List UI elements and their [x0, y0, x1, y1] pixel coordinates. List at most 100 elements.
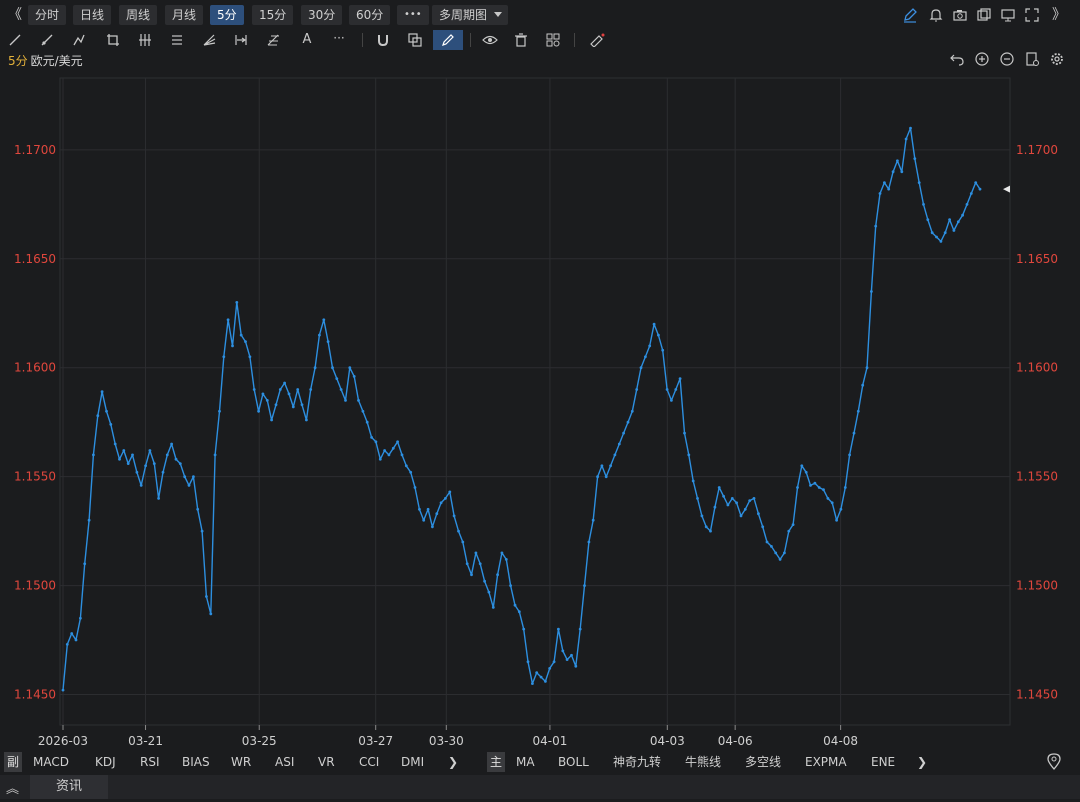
- parallel-icon[interactable]: [134, 30, 156, 50]
- price-point: [92, 453, 95, 457]
- period-daily-button[interactable]: 日线: [73, 5, 112, 25]
- price-point: [609, 464, 612, 468]
- indicator-expma[interactable]: EXPMA: [805, 752, 847, 772]
- ruler-icon[interactable]: [586, 30, 608, 50]
- price-point: [213, 453, 217, 457]
- price-point: [426, 507, 430, 511]
- undo-icon[interactable]: [949, 51, 967, 69]
- indicator-cci[interactable]: CCI: [359, 752, 379, 772]
- fan-icon[interactable]: [198, 30, 220, 50]
- line-icon[interactable]: [4, 30, 26, 50]
- price-point: [370, 436, 373, 439]
- group-icon[interactable]: [542, 30, 564, 50]
- indicator-bar: 副 MACD KDJ RSI BIAS WR ASI VR CCI DMI ❯ …: [0, 752, 1080, 772]
- price-point: [943, 231, 947, 235]
- price-point: [552, 660, 556, 664]
- indicator-dmi[interactable]: DMI: [401, 752, 424, 772]
- zoom-in-icon[interactable]: [974, 51, 992, 69]
- indicator-vr[interactable]: VR: [318, 752, 335, 772]
- price-point: [296, 388, 300, 391]
- layers-icon[interactable]: [404, 30, 426, 50]
- price-point: [965, 203, 969, 206]
- period-30min-button[interactable]: 30分: [301, 5, 343, 25]
- price-point: [374, 440, 378, 444]
- more-periods-button[interactable]: •••: [397, 5, 429, 25]
- price-point: [152, 462, 156, 465]
- indicator-long-short[interactable]: 多空线: [745, 752, 781, 772]
- period-60min-button[interactable]: 60分: [349, 5, 391, 25]
- price-point: [726, 503, 730, 507]
- price-point: [722, 494, 725, 498]
- expand-right-icon[interactable]: 》: [1048, 5, 1070, 25]
- news-tab[interactable]: 资讯: [30, 775, 108, 799]
- indicator-macd[interactable]: MACD: [33, 752, 69, 772]
- y-tick-label-left: 1.1500: [14, 579, 56, 593]
- text-icon[interactable]: A: [296, 30, 318, 50]
- price-point: [174, 457, 178, 461]
- price-point: [113, 442, 117, 446]
- main-indicators-next-icon[interactable]: ❯: [917, 752, 927, 772]
- price-point: [448, 490, 452, 494]
- indicator-magic-nine[interactable]: 神奇九转: [613, 752, 661, 772]
- indicator-rsi[interactable]: RSI: [140, 752, 160, 772]
- price-point: [465, 562, 469, 566]
- screen-icon[interactable]: [1000, 7, 1018, 25]
- crop-icon[interactable]: [102, 30, 124, 50]
- gear-icon[interactable]: [1049, 51, 1067, 69]
- period-monthly-button[interactable]: 月线: [165, 5, 204, 25]
- sub-indicators-next-icon[interactable]: ❯: [448, 752, 458, 772]
- price-point: [548, 667, 552, 670]
- ray-icon[interactable]: [36, 30, 58, 50]
- location-pin-icon[interactable]: [1046, 752, 1062, 772]
- more-icon[interactable]: ···: [328, 28, 350, 48]
- measure-icon[interactable]: [230, 30, 252, 50]
- copy-icon[interactable]: [976, 7, 994, 25]
- indicator-bull-bear[interactable]: 牛熊线: [685, 752, 721, 772]
- channel-icon[interactable]: [166, 30, 188, 50]
- price-point: [922, 203, 925, 206]
- indicator-wr[interactable]: WR: [231, 752, 251, 772]
- price-point: [183, 475, 187, 479]
- period-weekly-button[interactable]: 周线: [119, 5, 158, 25]
- price-point: [526, 660, 530, 664]
- x-tick-label: 04-06: [718, 734, 753, 748]
- indicator-ma[interactable]: MA: [516, 752, 535, 772]
- fullscreen-icon[interactable]: [1024, 7, 1042, 25]
- settings-icon[interactable]: [1024, 51, 1042, 69]
- eye-icon[interactable]: [479, 30, 501, 50]
- indicator-ene[interactable]: ENE: [871, 752, 895, 772]
- price-chart[interactable]: 1.1700 1.1700 1.1650 1.1650 1.1600 1.1600 1.15…: [0, 70, 1080, 750]
- y-tick-label-right: 1.1600: [1016, 361, 1058, 375]
- price-point: [287, 392, 291, 396]
- camera-icon[interactable]: [952, 7, 970, 25]
- price-point: [244, 340, 247, 343]
- price-point: [878, 192, 882, 195]
- price-point: [748, 499, 752, 502]
- expand-up-icon[interactable]: ︽: [6, 778, 19, 797]
- period-5min-button[interactable]: 5分: [210, 5, 244, 25]
- price-point: [604, 475, 608, 479]
- bell-icon[interactable]: [928, 7, 946, 25]
- collapse-left-icon[interactable]: 《: [4, 5, 26, 25]
- indicator-boll[interactable]: BOLL: [558, 752, 589, 772]
- price-point: [383, 449, 386, 452]
- indicator-bias[interactable]: BIAS: [182, 752, 210, 772]
- price-point: [139, 484, 143, 487]
- polyline-icon[interactable]: [68, 30, 90, 50]
- multi-period-dropdown[interactable]: 多周期图: [432, 5, 508, 25]
- fib-icon[interactable]: [262, 30, 284, 50]
- magnet-icon[interactable]: [372, 30, 394, 50]
- price-point: [830, 501, 834, 505]
- zoom-out-icon[interactable]: [999, 51, 1017, 69]
- trash-icon[interactable]: [510, 30, 532, 50]
- indicator-asi[interactable]: ASI: [275, 752, 294, 772]
- pen-icon[interactable]: [433, 30, 463, 50]
- price-point: [391, 446, 395, 450]
- price-point: [83, 562, 87, 566]
- edit-icon[interactable]: [902, 7, 920, 25]
- price-point: [891, 170, 895, 174]
- period-intraday-button[interactable]: 分时: [28, 5, 67, 25]
- indicator-kdj[interactable]: KDJ: [95, 752, 116, 772]
- period-15min-button[interactable]: 15分: [252, 5, 294, 25]
- period-indicator: 5分: [8, 54, 28, 68]
